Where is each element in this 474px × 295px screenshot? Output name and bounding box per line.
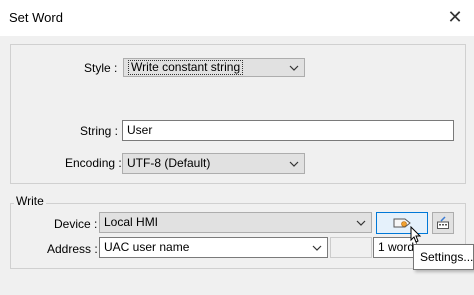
style-label: Style : bbox=[84, 61, 118, 75]
mouse-cursor-icon bbox=[410, 226, 422, 243]
string-input[interactable]: User bbox=[122, 120, 454, 141]
style-value: Write constant string bbox=[128, 60, 244, 75]
device-value: Local HMI bbox=[104, 215, 159, 229]
address-label: Address : bbox=[47, 242, 98, 256]
write-group-title: Write bbox=[14, 194, 46, 208]
address-dropdown[interactable]: UAC user name bbox=[99, 237, 328, 258]
encoding-label: Encoding : bbox=[65, 156, 122, 170]
window-title: Set Word bbox=[9, 10, 63, 25]
string-value: User bbox=[127, 123, 153, 137]
encoding-dropdown[interactable]: UTF-8 (Default) bbox=[122, 153, 305, 174]
tooltip-text: Settings... bbox=[420, 250, 474, 264]
chevron-down-icon bbox=[289, 161, 299, 167]
chevron-down-icon bbox=[289, 65, 299, 71]
encoding-value: UTF-8 (Default) bbox=[127, 156, 211, 170]
title-bar: Set Word ✕ bbox=[0, 0, 474, 36]
close-icon[interactable]: ✕ bbox=[446, 6, 464, 28]
keypad-icon bbox=[437, 216, 449, 229]
address-helper-button[interactable] bbox=[432, 212, 454, 234]
settings-tooltip: Settings... bbox=[413, 244, 474, 270]
tag-icon bbox=[393, 218, 411, 228]
device-dropdown[interactable]: Local HMI bbox=[99, 212, 372, 233]
address-value: UAC user name bbox=[104, 240, 190, 254]
device-label: Device : bbox=[54, 217, 98, 231]
chevron-down-icon bbox=[356, 220, 366, 226]
word-count-value: 1 word bbox=[378, 240, 415, 254]
address-index-field bbox=[330, 237, 372, 258]
style-dropdown[interactable]: Write constant string bbox=[123, 58, 305, 77]
chevron-down-icon bbox=[312, 245, 322, 251]
string-label: String : bbox=[80, 124, 119, 138]
